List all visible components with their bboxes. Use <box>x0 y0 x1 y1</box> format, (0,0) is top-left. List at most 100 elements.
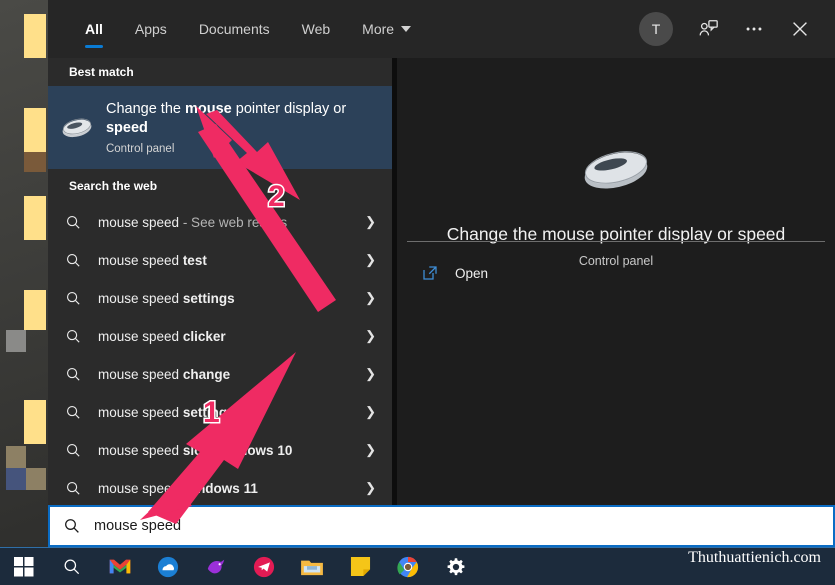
web-suggestion-4[interactable]: mouse speed change ❯ <box>48 355 392 393</box>
web-suggestion-0-query: mouse speed <box>98 214 180 230</box>
web-suggestion-6-query: mouse speed <box>98 442 183 458</box>
mouse-icon <box>48 116 106 140</box>
desktop-icon-blur <box>6 468 26 490</box>
web-suggestion-3[interactable]: mouse speed clicker ❯ <box>48 317 392 355</box>
web-suggestion-1-suffix: test <box>182 252 207 268</box>
chevron-right-icon: ❯ <box>365 442 376 457</box>
desktop-icon-blur <box>24 108 46 152</box>
web-suggestion-3-label: mouse speed clicker <box>98 329 226 344</box>
search-icon <box>48 442 98 459</box>
tab-web[interactable]: Web <box>286 0 347 58</box>
best-match-title-part2: pointer display or <box>231 101 347 117</box>
web-suggestion-7-label: mouse speed windows 11 <box>98 481 258 496</box>
web-suggestion-0-label: mouse speed - See web results <box>98 215 287 230</box>
preview-pane: Change the mouse pointer display or spee… <box>392 58 835 505</box>
web-suggestion-4-suffix: change <box>182 366 231 382</box>
chevron-right-icon: ❯ <box>365 480 376 495</box>
tab-web-label: Web <box>301 21 331 37</box>
best-match-title: Change the mouse pointer display or spee… <box>106 100 392 138</box>
web-suggestion-3-suffix: clicker <box>182 328 226 344</box>
tab-more[interactable]: More <box>346 0 427 58</box>
best-match-text: Change the mouse pointer display or spee… <box>106 100 392 155</box>
desktop-background <box>0 0 48 547</box>
desktop-icon-blur <box>26 468 46 490</box>
divider <box>407 241 825 242</box>
open-in-new-icon <box>421 264 455 282</box>
web-suggestion-2[interactable]: mouse speed settings ❯ <box>48 279 392 317</box>
desktop-icon-blur <box>24 14 46 58</box>
search-icon <box>48 404 98 421</box>
filter-tabs: All Apps Documents Web More <box>69 0 427 58</box>
chevron-right-icon: ❯ <box>365 366 376 381</box>
screen: All Apps Documents Web More T Best match… <box>0 0 835 585</box>
gmail-icon[interactable] <box>96 548 144 585</box>
desktop-icon-blur <box>6 446 26 468</box>
tab-documents-label: Documents <box>198 21 270 37</box>
chevron-right-icon: ❯ <box>365 214 376 229</box>
open-action[interactable]: Open <box>421 256 488 290</box>
search-input[interactable]: mouse speed <box>48 505 835 547</box>
web-suggestion-7-query: mouse speed <box>98 480 183 496</box>
chevron-right-icon: ❯ <box>365 290 376 305</box>
search-flyout: All Apps Documents Web More T Best match… <box>48 0 835 547</box>
web-suggestion-1-label: mouse speed test <box>98 253 207 268</box>
search-icon <box>48 328 98 345</box>
best-match-subtitle: Control panel <box>105 143 175 155</box>
watermark: Thuthuattienich.com <box>688 549 821 566</box>
web-suggestion-7[interactable]: mouse speed windows 11 ❯ <box>48 469 392 507</box>
best-match-title-bold1: mouse <box>184 101 232 117</box>
web-suggestion-3-query: mouse speed <box>98 328 183 344</box>
header-actions: T <box>639 0 821 58</box>
web-suggestion-6-suffix: slow windows 10 <box>182 442 293 458</box>
feedback-person-icon[interactable] <box>687 8 729 50</box>
search-input-value: mouse speed <box>94 518 182 534</box>
search-web-heading: Search the web <box>69 179 158 193</box>
settings-gear-icon[interactable] <box>432 548 480 585</box>
web-suggestion-2-query: mouse speed <box>98 290 183 306</box>
web-suggestion-0-trailing: - See web results <box>179 214 288 230</box>
web-suggestion-5-query: mouse speed <box>98 404 183 420</box>
tab-more-label: More <box>362 21 395 37</box>
open-label: Open <box>455 265 489 281</box>
web-suggestion-5[interactable]: mouse speed settings pc ❯ <box>48 393 392 431</box>
web-suggestion-5-label: mouse speed settings pc <box>98 405 254 420</box>
start-windows-icon[interactable] <box>0 548 48 585</box>
file-explorer-icon[interactable] <box>288 548 336 585</box>
results-column: Best match Change the mouse pointer disp… <box>48 58 392 505</box>
desktop-icon-blur <box>24 400 46 444</box>
web-suggestion-1[interactable]: mouse speed test ❯ <box>48 241 392 279</box>
search-icon <box>48 252 98 269</box>
onedrive-icon[interactable] <box>144 548 192 585</box>
search-icon <box>48 480 98 497</box>
desktop-icon-blur <box>6 330 26 352</box>
telegram-icon[interactable] <box>240 548 288 585</box>
mouse-icon <box>397 144 835 199</box>
web-suggestion-1-query: mouse speed <box>98 252 183 268</box>
tab-all[interactable]: All <box>69 0 119 58</box>
chevron-right-icon: ❯ <box>365 404 376 419</box>
search-icon <box>48 214 98 231</box>
bird-app-icon[interactable] <box>192 548 240 585</box>
chevron-down-icon <box>401 26 412 32</box>
search-icon[interactable] <box>48 548 96 585</box>
close-icon[interactable] <box>779 8 821 50</box>
tab-all-label: All <box>85 21 103 37</box>
tab-apps[interactable]: Apps <box>119 0 183 58</box>
web-suggestion-4-label: mouse speed change <box>98 367 230 382</box>
web-suggestion-2-label: mouse speed settings <box>98 291 235 306</box>
search-icon <box>48 290 98 307</box>
web-suggestion-2-suffix: settings <box>182 290 235 306</box>
best-match-title-bold2: speed <box>105 120 148 136</box>
best-match-result[interactable]: Change the mouse pointer display or spee… <box>48 86 392 169</box>
avatar-initial: T <box>651 21 661 37</box>
tab-documents[interactable]: Documents <box>183 0 286 58</box>
more-ellipsis-icon[interactable] <box>733 8 775 50</box>
chrome-icon[interactable] <box>384 548 432 585</box>
annotation-badge-2: 2 <box>267 179 287 215</box>
web-suggestion-0[interactable]: mouse speed - See web results ❯ <box>48 203 392 241</box>
avatar[interactable]: T <box>639 12 673 46</box>
search-icon <box>48 366 98 383</box>
sticky-notes-icon[interactable] <box>336 548 384 585</box>
chevron-right-icon: ❯ <box>365 252 376 267</box>
web-suggestion-6[interactable]: mouse speed slow windows 10 ❯ <box>48 431 392 469</box>
